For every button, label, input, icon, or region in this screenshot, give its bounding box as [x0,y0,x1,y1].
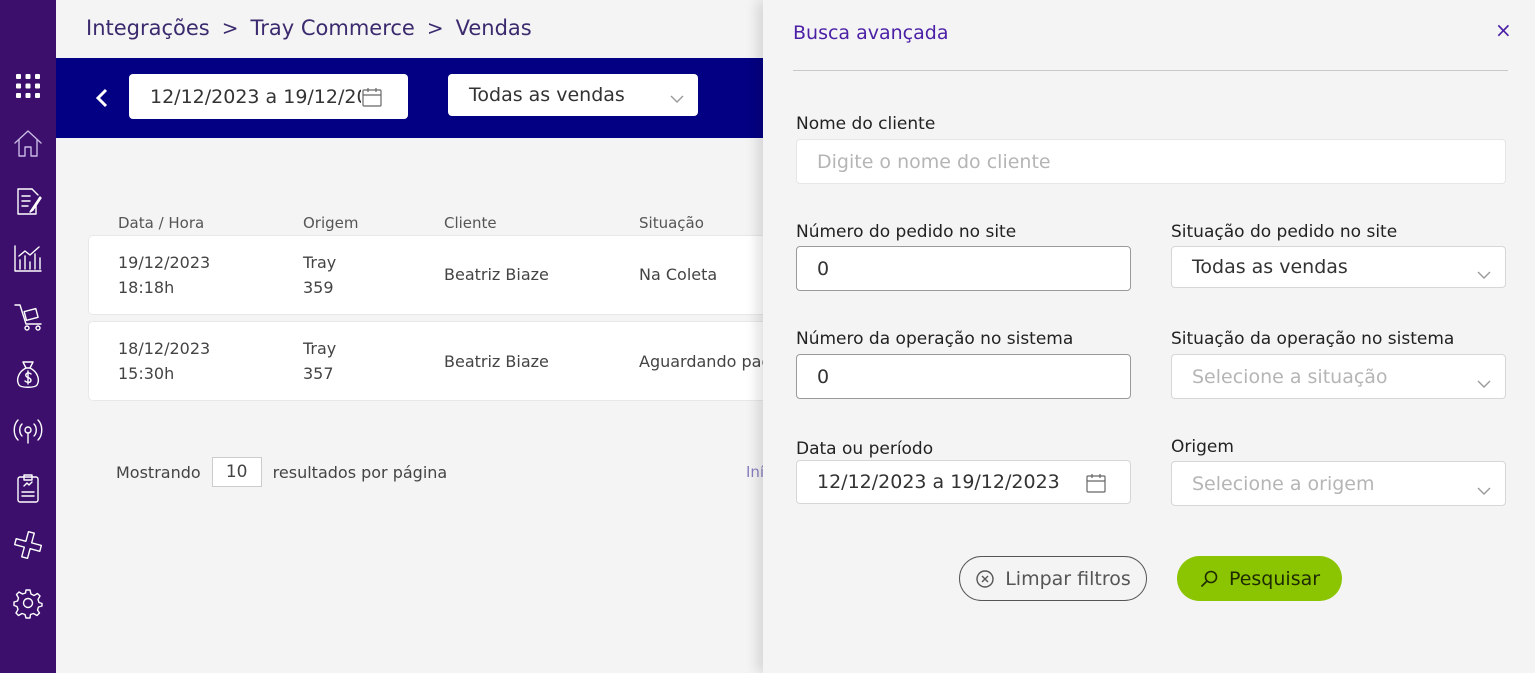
breadcrumb: Integrações > Tray Commerce > Vendas [86,16,532,40]
column-date: Data / Hora [118,214,205,232]
close-circle-icon [976,569,994,588]
row-time: 18:18h [118,278,175,297]
origin-placeholder: Selecione a origem [1192,472,1375,495]
system-op-status-select[interactable]: Selecione a situação [1171,354,1506,399]
search-icon [1200,570,1218,587]
document-edit-icon[interactable] [9,182,47,220]
row-time: 15:30h [118,364,175,383]
grid-icon[interactable] [9,67,47,105]
panel-title: Busca avançada [793,22,949,44]
system-op-number-label: Número da operação no sistema [796,329,1074,349]
row-order-number: 357 [303,364,334,383]
advanced-search-panel: Busca avançada × Nome do cliente Digite … [763,0,1535,673]
row-date: 19/12/2023 [118,253,211,272]
site-order-status-label: Situação do pedido no site [1171,222,1398,242]
gear-icon[interactable] [9,584,47,622]
calendar-icon [361,86,383,112]
pager-suffix: resultados por página [272,462,448,482]
system-op-status-label: Situação da operação no sistema [1171,329,1455,349]
breadcrumb-tray-commerce[interactable]: Tray Commerce [251,16,415,40]
clear-filters-label: Limpar filtros [1005,567,1131,590]
row-date: 18/12/2023 [118,339,211,358]
chevron-down-icon [670,89,684,103]
chevron-down-icon [1477,263,1491,279]
row-origin: Tray [303,253,337,272]
pager-first-link[interactable]: Iní [746,463,764,481]
close-icon[interactable]: × [1495,20,1512,40]
clipboard-icon[interactable] [9,469,47,507]
row-client: Beatriz Biaze [444,352,549,371]
row-origin: Tray [303,339,337,358]
back-button[interactable] [90,84,114,112]
integrations-icon[interactable] [9,526,47,564]
date-period-picker[interactable]: 12/12/2023 a 19/12/2023 [796,460,1131,504]
client-name-input[interactable]: Digite o nome do cliente [796,139,1506,184]
column-status: Situação [639,214,704,232]
sidebar [0,0,56,673]
home-icon[interactable] [9,124,47,162]
site-order-number-label: Número do pedido no site [796,222,1017,242]
money-bag-icon[interactable] [9,355,47,393]
system-op-status-placeholder: Selecione a situação [1192,365,1388,388]
row-order-number: 359 [303,278,334,297]
site-order-status-select[interactable]: Todas as vendas [1171,246,1506,288]
date-period-value: 12/12/2023 a 19/12/2023 [817,471,1060,493]
row-client: Beatriz Biaze [444,265,549,284]
breadcrumb-vendas: Vendas [455,16,532,40]
cart-icon[interactable] [9,297,47,335]
table-row[interactable]: 18/12/2023 15:30h Tray 357 Beatriz Biaze… [88,321,788,401]
date-range-value: 12/12/2023 a 19/12/2023 [150,85,361,108]
origin-label: Origem [1171,437,1234,457]
clear-filters-button[interactable]: Limpar filtros [959,556,1147,601]
pagination-size: Mostrando 10 resultados por página [116,457,447,487]
row-status: Na Coleta [639,265,718,284]
site-order-status-value: Todas as vendas [1192,256,1348,278]
chevron-down-icon [1477,372,1491,388]
breadcrumb-separator: > [221,16,239,40]
bar-chart-icon[interactable] [9,239,47,277]
search-button[interactable]: Pesquisar [1177,556,1342,601]
date-range-picker[interactable]: 12/12/2023 a 19/12/2023 [129,74,408,119]
sales-status-value: Todas as vendas [469,84,625,106]
column-client: Cliente [444,214,497,232]
client-name-label: Nome do cliente [796,114,936,134]
origin-select[interactable]: Selecione a origem [1171,461,1506,506]
sales-status-select[interactable]: Todas as vendas [448,74,698,116]
table-row[interactable]: 19/12/2023 18:18h Tray 359 Beatriz Biaze… [88,235,788,315]
system-op-number-input[interactable]: 0 [796,354,1131,399]
pager-prefix: Mostrando [116,462,201,482]
broadcast-icon[interactable] [9,412,47,450]
breadcrumb-integracoes[interactable]: Integrações [86,16,210,40]
search-label: Pesquisar [1228,567,1321,590]
column-origin: Origem [303,214,359,232]
breadcrumb-separator: > [426,16,444,40]
row-status: Aguardando pag [639,352,772,371]
page-size-select[interactable]: 10 [211,457,262,487]
chevron-left-icon [95,88,108,108]
chevron-down-icon [1477,479,1491,495]
table-header: Data / Hora Origem Cliente Situação [56,214,776,234]
date-period-label: Data ou período [796,439,934,459]
divider [793,70,1508,71]
calendar-icon [1085,472,1107,499]
site-order-number-input[interactable]: 0 [796,246,1131,291]
